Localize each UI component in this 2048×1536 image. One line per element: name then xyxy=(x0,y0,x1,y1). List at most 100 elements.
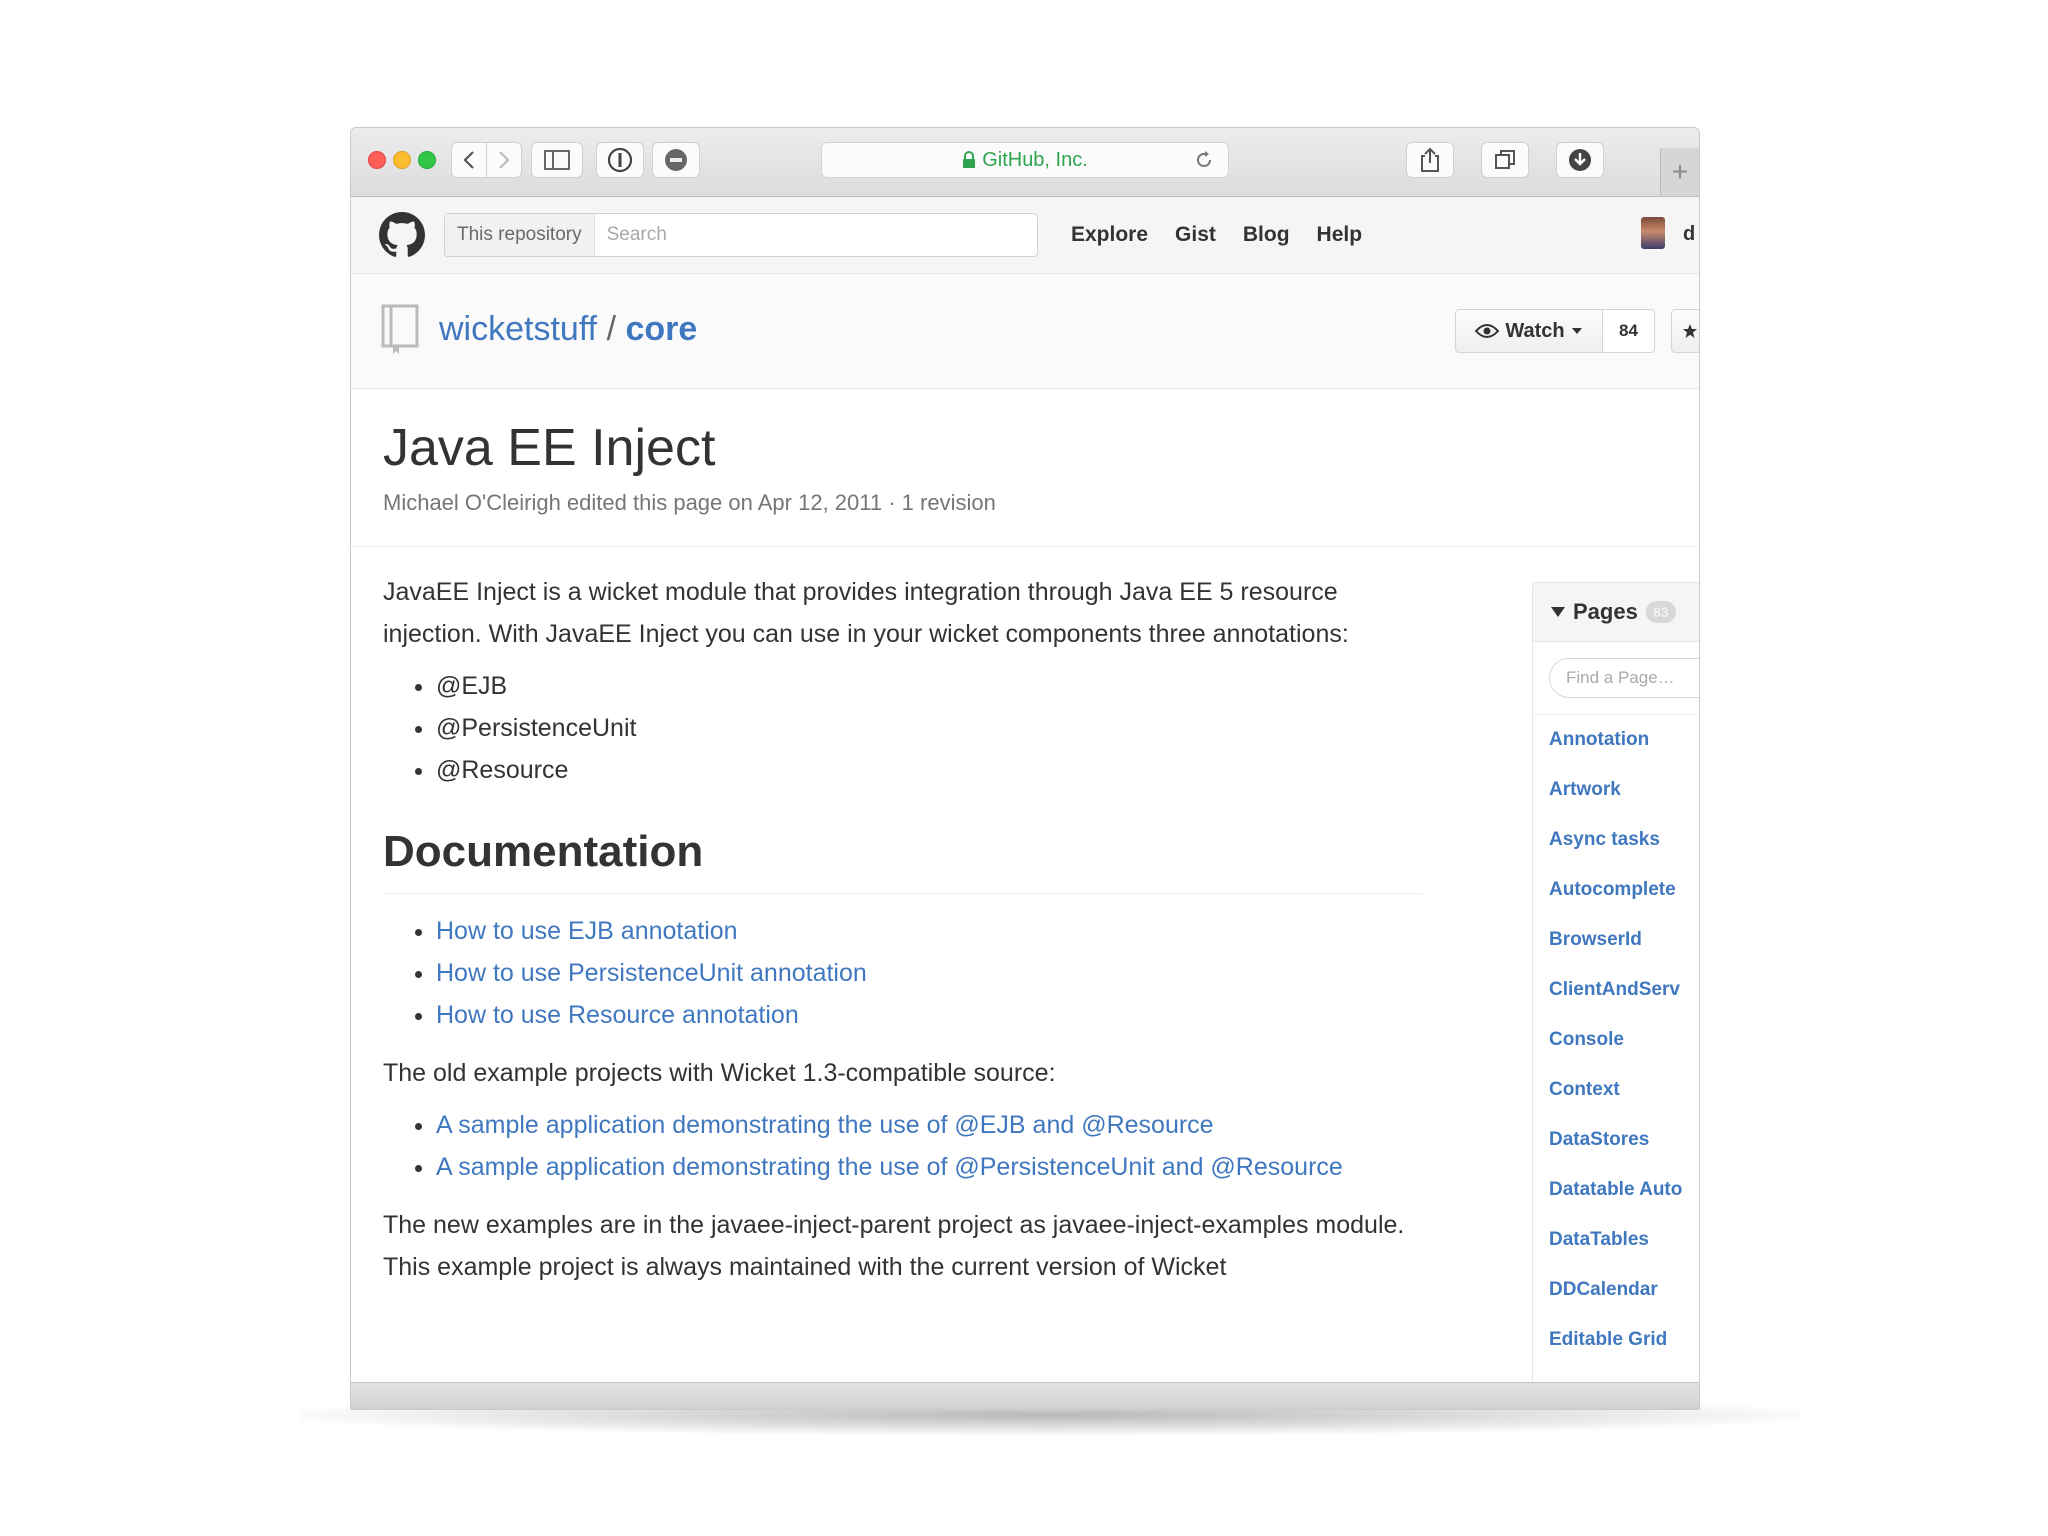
page-link[interactable]: ClientAndServ xyxy=(1549,979,1680,1000)
minimize-window-button[interactable] xyxy=(393,151,411,169)
page-link[interactable]: DataTables xyxy=(1549,1229,1649,1250)
list-item: DataTables xyxy=(1533,1215,1699,1265)
address-text: GitHub, Inc. xyxy=(982,148,1088,171)
repo-separator: / xyxy=(606,310,617,348)
search-scope-label: This repository xyxy=(445,214,595,256)
wiki-pages-sidebar: Pages 83 Annotation Artwork Async tasks … xyxy=(1532,582,1699,1409)
page-link[interactable]: Console xyxy=(1549,1029,1624,1050)
find-page-input[interactable] xyxy=(1549,658,1699,698)
list-item: A sample application demonstrating the u… xyxy=(436,1104,1423,1146)
lock-icon xyxy=(963,151,976,168)
search-box: This repository xyxy=(444,213,1038,257)
watch-count[interactable]: 84 xyxy=(1603,309,1655,353)
avatar[interactable] xyxy=(1641,217,1665,249)
sample-link-ejb[interactable]: A sample application demonstrating the u… xyxy=(436,1111,1214,1139)
star-button[interactable] xyxy=(1671,309,1699,353)
browser-toolbar: GitHub, Inc. + xyxy=(351,128,1699,197)
page-link[interactable]: Artwork xyxy=(1549,779,1621,800)
doc-link-ejb[interactable]: How to use EJB annotation xyxy=(436,917,738,945)
tabs-icon xyxy=(1495,150,1515,169)
pages-header[interactable]: Pages 83 xyxy=(1533,583,1699,642)
list-item: Async tasks xyxy=(1533,815,1699,865)
wiki-content: JavaEE Inject is a wicket module that pr… xyxy=(383,571,1423,1288)
list-item: Editable Grid xyxy=(1533,1315,1699,1365)
sidebar-icon xyxy=(544,150,570,170)
nav-help[interactable]: Help xyxy=(1317,223,1363,247)
list-item: @Resource xyxy=(436,749,1423,791)
horizontal-scrollbar[interactable] xyxy=(351,1382,1699,1409)
repo-header: wicketstuff / core Watch 84 xyxy=(351,274,1699,389)
repo-name-link[interactable]: core xyxy=(625,310,697,348)
nav-blog[interactable]: Blog xyxy=(1243,223,1290,247)
intro-paragraph: JavaEE Inject is a wicket module that pr… xyxy=(383,578,1349,648)
page-link[interactable]: Annotation xyxy=(1549,729,1649,750)
list-item: How to use Resource annotation xyxy=(436,994,1423,1036)
github-logo-icon[interactable] xyxy=(379,212,425,258)
new-examples-paragraph: The new examples are in the javaee-injec… xyxy=(383,1211,1405,1281)
back-button[interactable] xyxy=(451,142,487,178)
password-extension-button[interactable] xyxy=(596,142,644,178)
extension-icon xyxy=(665,149,687,171)
doc-link-list: How to use EJB annotation How to use Per… xyxy=(383,910,1423,1036)
forward-button[interactable] xyxy=(486,142,522,178)
caret-down-icon xyxy=(1571,328,1582,334)
page-link[interactable]: Datatable Auto xyxy=(1549,1179,1682,1200)
sidebar-toggle-button[interactable] xyxy=(531,142,583,178)
triangle-down-icon xyxy=(1551,607,1565,617)
extension-button[interactable] xyxy=(652,142,700,178)
pages-count-badge: 83 xyxy=(1645,601,1676,623)
list-item: BrowserId xyxy=(1533,915,1699,965)
list-item: ClientAndServ xyxy=(1533,965,1699,1015)
repo-owner-link[interactable]: wicketstuff xyxy=(439,310,597,348)
page-link[interactable]: Async tasks xyxy=(1549,829,1660,850)
list-item: How to use PersistenceUnit annotation xyxy=(436,952,1423,994)
page-link[interactable]: Autocomplete xyxy=(1549,879,1676,900)
sample-link-persistenceunit[interactable]: A sample application demonstrating the u… xyxy=(436,1153,1343,1181)
list-item: Artwork xyxy=(1533,765,1699,815)
close-window-button[interactable] xyxy=(368,151,386,169)
page-meta: Michael O'Cleirigh edited this page on A… xyxy=(383,490,996,515)
doc-link-resource[interactable]: How to use Resource annotation xyxy=(436,1001,799,1029)
search-input[interactable] xyxy=(594,223,969,247)
chevron-left-icon xyxy=(463,151,474,169)
page-link[interactable]: DataStores xyxy=(1549,1129,1649,1150)
share-icon xyxy=(1421,147,1439,172)
zoom-window-button[interactable] xyxy=(418,151,436,169)
page-link[interactable]: DDCalendar xyxy=(1549,1279,1658,1300)
list-item: Datatable Auto xyxy=(1533,1165,1699,1215)
list-item: @PersistenceUnit xyxy=(436,707,1423,749)
doc-link-persistenceunit[interactable]: How to use PersistenceUnit annotation xyxy=(436,959,867,987)
sample-link-list: A sample application demonstrating the u… xyxy=(383,1104,1423,1188)
repo-icon xyxy=(381,304,419,354)
list-item: How to use EJB annotation xyxy=(436,910,1423,952)
page-title: Java EE Inject xyxy=(383,419,716,477)
page-link[interactable]: Editable Grid xyxy=(1549,1329,1667,1350)
browser-window: GitHub, Inc. + This repository Explore G… xyxy=(350,127,1700,1410)
page-link[interactable]: Context xyxy=(1549,1079,1620,1100)
address-bar[interactable]: GitHub, Inc. xyxy=(821,142,1229,178)
nav-gist[interactable]: Gist xyxy=(1175,223,1216,247)
1password-icon xyxy=(607,147,633,173)
list-item: A sample application demonstrating the u… xyxy=(436,1146,1423,1188)
new-tab-button[interactable]: + xyxy=(1660,148,1699,196)
nav-explore[interactable]: Explore xyxy=(1071,223,1148,247)
tabs-overview-button[interactable] xyxy=(1481,142,1529,178)
list-item: DDCalendar xyxy=(1533,1265,1699,1315)
old-examples-paragraph: The old example projects with Wicket 1.3… xyxy=(383,1059,1056,1087)
top-nav: Explore Gist Blog Help xyxy=(1071,197,1389,273)
username[interactable]: d xyxy=(1683,223,1695,246)
repo-title: wicketstuff / core xyxy=(439,310,697,349)
documentation-heading: Documentation xyxy=(383,825,1423,894)
github-header: This repository Explore Gist Blog Help d xyxy=(351,197,1699,274)
chevron-right-icon xyxy=(499,151,510,169)
page-link[interactable]: BrowserId xyxy=(1549,929,1642,950)
share-button[interactable] xyxy=(1406,142,1454,178)
downloads-button[interactable] xyxy=(1556,142,1604,178)
reload-icon[interactable] xyxy=(1194,150,1214,170)
watch-button[interactable]: Watch xyxy=(1455,309,1603,353)
watch-label: Watch xyxy=(1505,319,1565,342)
list-item: Annotation xyxy=(1533,715,1699,765)
list-item: Autocomplete xyxy=(1533,865,1699,915)
